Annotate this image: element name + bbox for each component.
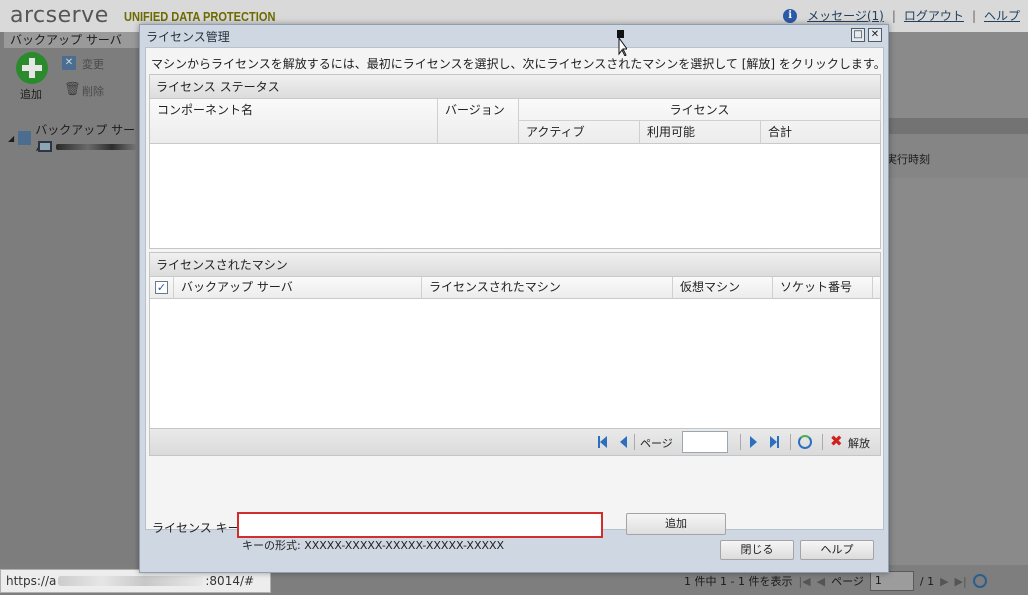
refresh-icon[interactable]	[972, 574, 987, 588]
licensed-machines-header: ライセンスされたマシン	[150, 253, 880, 277]
license-status-section: ライセンス ステータス コンポーネント名 バージョン ライセンス アクティブ 利…	[149, 74, 881, 249]
maximize-icon[interactable]: □	[851, 28, 865, 42]
refresh-icon[interactable]	[798, 435, 812, 449]
key-format-hint: キーの形式: XXXXX-XXXXX-XXXXX-XXXXX-XXXXX	[242, 539, 505, 552]
licensed-machines-pager: ページ ✖ 解放	[149, 428, 881, 456]
add-server-button-label[interactable]: 追加	[20, 86, 42, 102]
panel-title: バックアップ サーバ	[4, 32, 140, 48]
license-key-input[interactable]	[237, 512, 603, 538]
help-link[interactable]: ヘルプ	[984, 7, 1020, 24]
close-icon[interactable]: ✕	[868, 28, 882, 42]
last-page-icon[interactable]	[770, 436, 782, 448]
backup-server-panel: バックアップ サーバ 追加 ✕ 変更 🗑 削除 ◢ バックアップ サーバ	[0, 32, 140, 595]
tree-node-server[interactable]	[38, 141, 136, 152]
col-total[interactable]: 合計	[761, 121, 881, 143]
app-logo-subtitle: UNIFIED DATA PROTECTION	[124, 9, 276, 24]
instruction-text: マシンからライセンスを解放するには、最初にライセンスを選択し、次にライセンスされ…	[151, 57, 886, 71]
pager-divider	[740, 434, 741, 450]
trash-icon[interactable]: 🗑	[64, 82, 81, 97]
url-prefix: https://a	[6, 574, 57, 588]
separator: |	[971, 8, 976, 23]
add-license-button[interactable]: 追加	[626, 513, 726, 535]
separator: |	[891, 8, 896, 23]
edit-server-button-label[interactable]: 変更	[82, 56, 104, 72]
license-key-label: ライセンス キー	[152, 521, 240, 535]
prev-page-icon[interactable]: ◀	[817, 575, 825, 588]
select-all-cell[interactable]: ✓	[150, 277, 174, 298]
page-total: / 1	[919, 574, 935, 588]
right-panel-header	[888, 118, 1028, 134]
pager-divider	[790, 434, 791, 450]
license-management-dialog: ライセンス管理 □ ✕ マシンからライセンスを解放するには、最初にライセンスを選…	[139, 24, 889, 573]
page-number-input[interactable]	[682, 431, 728, 453]
mouse-cursor-icon	[617, 30, 627, 56]
col-socket-number[interactable]: ソケット番号	[773, 277, 873, 298]
expand-triangle-icon[interactable]: ◢	[8, 134, 14, 143]
edit-icon[interactable]: ✕	[62, 56, 76, 70]
info-icon[interactable]: i	[783, 8, 798, 23]
col-license-group: ライセンス	[519, 99, 881, 121]
server-group-icon	[18, 131, 32, 145]
record-count-status: 1 件中 1 - 1 件を表示	[684, 575, 793, 588]
license-status-header: ライセンス ステータス	[150, 75, 880, 99]
col-backup-server[interactable]: バックアップ サーバ	[174, 277, 422, 298]
redacted-server-name	[56, 143, 136, 150]
close-button[interactable]: 閉じる	[720, 540, 794, 560]
url-suffix: :8014/#	[205, 574, 255, 588]
next-page-icon[interactable]	[750, 436, 762, 448]
pager-divider	[822, 434, 823, 450]
release-x-icon[interactable]: ✖	[830, 433, 843, 449]
release-button[interactable]: 解放	[848, 435, 870, 451]
col-active[interactable]: アクティブ	[519, 121, 640, 143]
bottom-pager: 1 件中 1 - 1 件を表示 |◀ ◀ ページ 1 / 1 ▶ ▶|	[684, 571, 987, 591]
col-version[interactable]: バージョン	[438, 99, 519, 143]
help-button[interactable]: ヘルプ	[800, 540, 874, 560]
page-label: ページ	[831, 575, 864, 588]
add-icon[interactable]	[16, 52, 48, 84]
licensed-machines-grid-header: ✓ バックアップ サーバ ライセンスされたマシン 仮想マシン ソケット番号	[150, 277, 880, 299]
col-component-name[interactable]: コンポーネント名	[150, 99, 438, 143]
redacted-host	[58, 576, 204, 586]
column-exec-time: 実行時刻	[886, 153, 930, 166]
pager-divider	[634, 434, 635, 450]
licensed-machines-grid-body[interactable]	[150, 299, 880, 429]
col-available[interactable]: 利用可能	[640, 121, 761, 143]
dialog-title: ライセンス管理	[146, 30, 230, 44]
logout-link[interactable]: ログアウト	[904, 7, 964, 24]
monitor-icon	[38, 141, 52, 152]
app-logo: arcserve	[10, 3, 109, 28]
messages-link[interactable]: メッセージ(1)	[807, 7, 884, 24]
first-page-icon[interactable]: |◀	[798, 575, 810, 588]
licensed-machines-section: ライセンスされたマシン ✓ バックアップ サーバ ライセンスされたマシン 仮想マ…	[149, 252, 881, 430]
col-licensed-machine[interactable]: ライセンスされたマシン	[422, 277, 673, 298]
last-page-icon[interactable]: ▶|	[955, 575, 967, 588]
select-all-checkbox[interactable]: ✓	[155, 281, 168, 294]
dialog-body: マシンからライセンスを解放するには、最初にライセンスを選択し、次にライセンスされ…	[145, 47, 886, 552]
delete-server-button-label[interactable]: 削除	[82, 83, 104, 99]
page-number-input[interactable]: 1	[869, 571, 914, 591]
prev-page-icon[interactable]	[620, 436, 632, 448]
next-page-icon[interactable]: ▶	[940, 575, 948, 588]
first-page-icon[interactable]	[598, 436, 610, 448]
license-status-grid-body[interactable]	[150, 144, 880, 248]
page-label: ページ	[640, 437, 673, 450]
col-virtual-machine[interactable]: 仮想マシン	[673, 277, 773, 298]
header-links: i メッセージ(1) | ログアウト | ヘルプ	[783, 7, 1020, 24]
license-status-grid-header: コンポーネント名 バージョン ライセンス アクティブ 利用可能 合計	[150, 99, 881, 144]
